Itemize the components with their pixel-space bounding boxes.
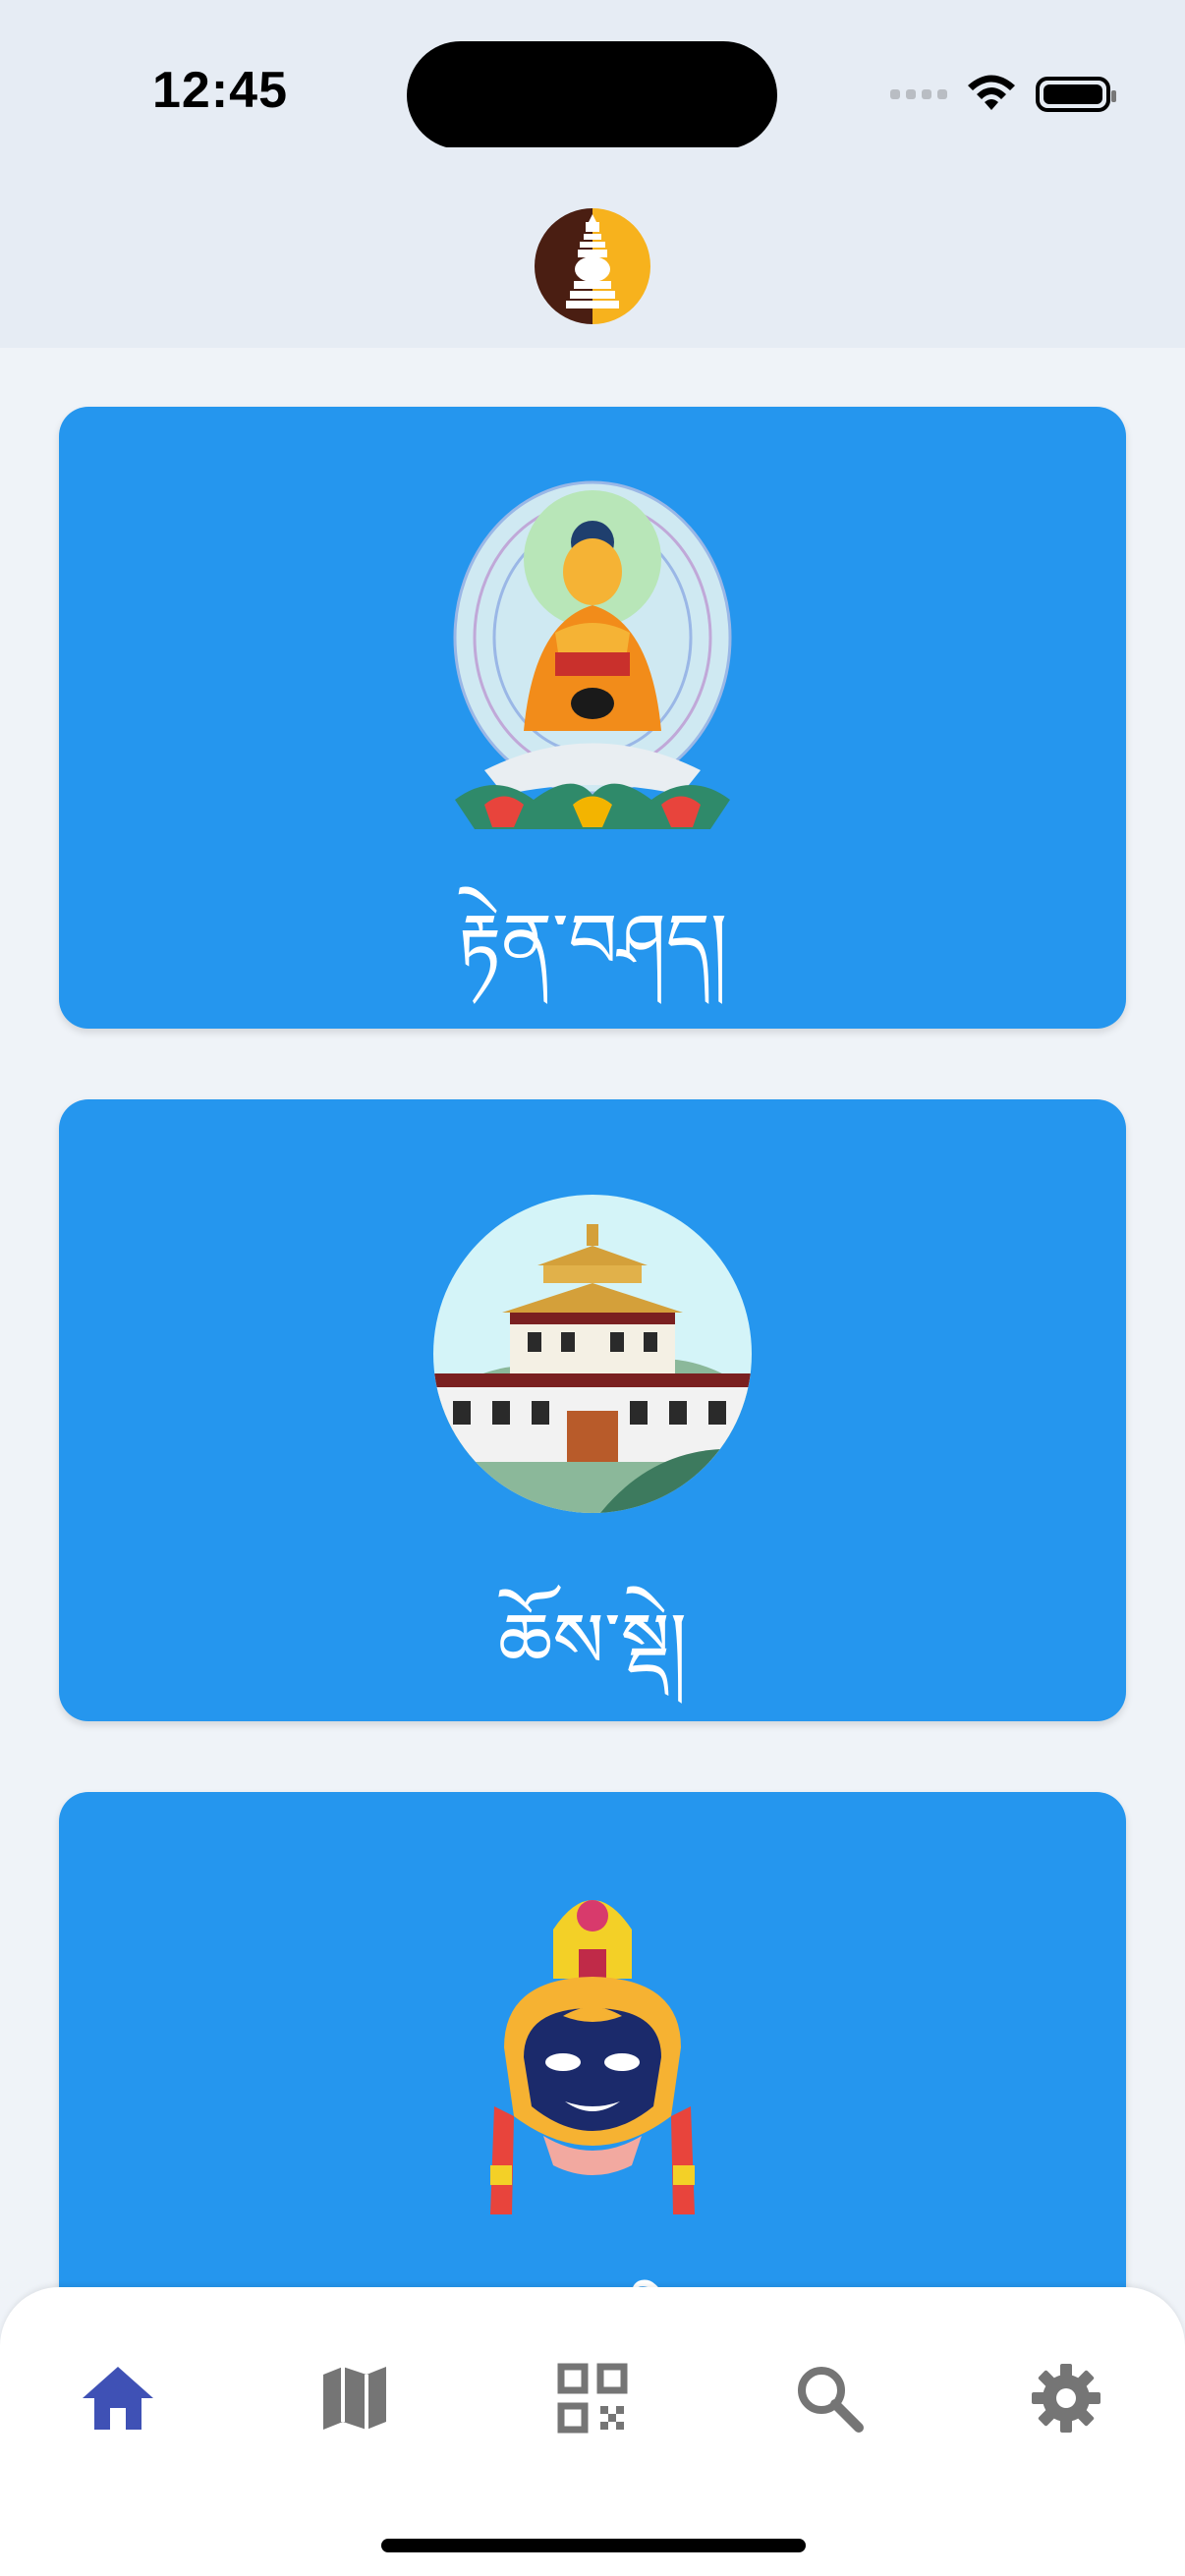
buddha-image xyxy=(453,480,732,829)
cellular-signal-icon xyxy=(890,89,947,99)
card-label: ཆོས་སྡེ། xyxy=(497,1597,688,1686)
map-icon xyxy=(323,2367,386,2430)
status-bar: 12:45 xyxy=(0,0,1185,149)
status-time: 12:45 xyxy=(152,62,288,119)
card-label: རྟེན་བཤད། xyxy=(457,898,728,986)
search-icon xyxy=(798,2367,864,2433)
card-chode[interactable]: ཆོས་སྡེ། xyxy=(59,1099,1126,1721)
status-icons xyxy=(890,67,1116,122)
mask-image xyxy=(490,1900,695,2214)
bottom-navigation xyxy=(0,2287,1185,2576)
stupa-logo-icon xyxy=(535,208,650,324)
nav-search[interactable] xyxy=(785,2354,874,2442)
home-icon xyxy=(83,2367,153,2430)
nav-qr[interactable] xyxy=(548,2354,637,2442)
dynamic-island xyxy=(407,41,777,149)
app-header xyxy=(0,147,1185,348)
home-indicator[interactable] xyxy=(381,2539,806,2552)
nav-map[interactable] xyxy=(310,2354,399,2442)
qr-code-icon xyxy=(557,2363,628,2434)
nav-home[interactable] xyxy=(74,2354,162,2442)
card-tendshe[interactable]: རྟེན་བཤད། xyxy=(59,407,1126,1029)
nav-settings[interactable] xyxy=(1022,2354,1110,2442)
monastery-image xyxy=(433,1195,752,1513)
wifi-icon xyxy=(968,75,1015,110)
battery-icon xyxy=(1036,77,1116,112)
settings-icon xyxy=(1032,2364,1100,2433)
